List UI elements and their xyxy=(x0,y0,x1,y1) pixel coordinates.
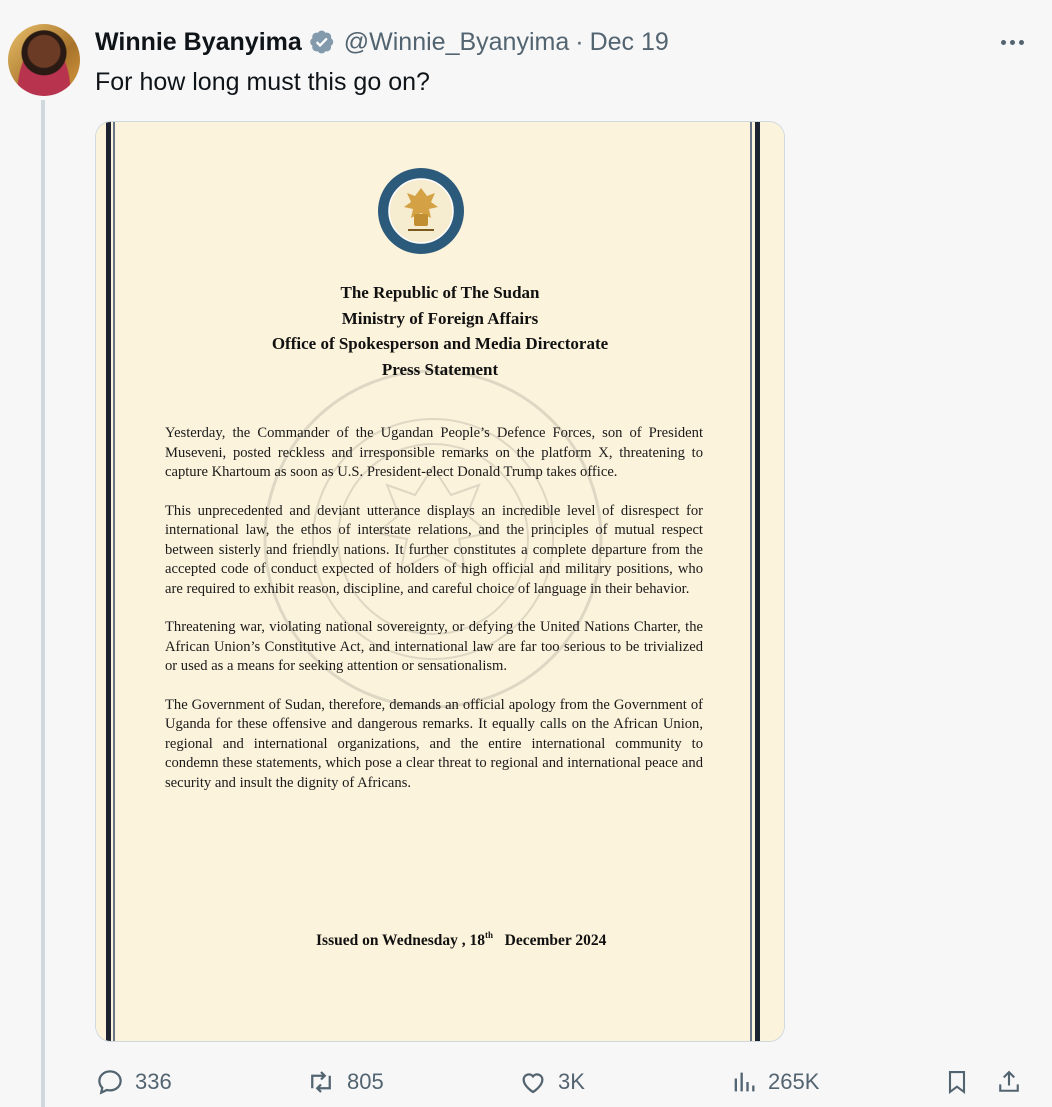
left-border-thin xyxy=(113,122,115,1041)
tweet-text: For how long must this go on? xyxy=(95,68,430,96)
right-border-thick xyxy=(755,122,760,1041)
like-count: 3K xyxy=(558,1069,585,1094)
like-button[interactable]: 3K xyxy=(518,1064,585,1100)
more-options-icon[interactable] xyxy=(992,28,1032,56)
issued-prefix: Issued on Wednesday , 18 xyxy=(316,932,485,949)
left-border-thick xyxy=(106,122,111,1041)
tweet-image[interactable]: The Republic of The Sudan Ministry of Fo… xyxy=(95,121,785,1042)
bookmark-icon xyxy=(948,1071,966,1095)
repost-count: 805 xyxy=(347,1069,384,1094)
verified-badge-icon[interactable] xyxy=(308,28,336,56)
reply-icon xyxy=(98,1070,122,1095)
ministry-seal-icon xyxy=(378,168,464,254)
issued-date: Issued on Wednesday , 18th December 2024 xyxy=(316,930,606,950)
document-paragraph: This unprecedented and deviant utterance… xyxy=(165,502,703,597)
tweet-date[interactable]: Dec 19 xyxy=(590,28,669,57)
heading-line: Press Statement xyxy=(381,359,499,379)
reply-count: 336 xyxy=(135,1069,172,1094)
document-body: Yesterday, the Commander of the Ugandan … xyxy=(165,424,703,812)
avatar[interactable] xyxy=(8,24,80,96)
right-border-thin xyxy=(750,122,752,1041)
repost-button[interactable]: 805 xyxy=(305,1064,384,1100)
issued-sup: th xyxy=(484,930,493,940)
press-statement-document: The Republic of The Sudan Ministry of Fo… xyxy=(96,122,784,1041)
separator-dot: · xyxy=(575,27,584,56)
thread-line xyxy=(41,100,45,1107)
bookmark-button[interactable] xyxy=(943,1064,981,1100)
document-paragraph: Yesterday, the Commander of the Ugandan … xyxy=(165,425,703,480)
tweet-header: Winnie Byanyima @Winnie_Byanyima · Dec 1… xyxy=(95,26,1032,58)
document-heading: The Republic of The Sudan Ministry of Fo… xyxy=(136,280,744,382)
views-chart-icon xyxy=(734,1072,755,1092)
heading-line: Office of Spokesperson and Media Directo… xyxy=(271,334,609,353)
document-paragraph: Threatening war, violating national sove… xyxy=(165,619,703,674)
reply-button[interactable]: 336 xyxy=(95,1064,172,1100)
repost-icon xyxy=(311,1071,331,1093)
share-button[interactable] xyxy=(995,1064,1033,1100)
views-count: 265K xyxy=(768,1069,820,1094)
author-name[interactable]: Winnie Byanyima xyxy=(95,28,302,57)
heading-line: The Republic of The Sudan xyxy=(340,283,540,302)
tweet-actions: 336 805 3K 265K xyxy=(95,1064,1032,1100)
share-icon xyxy=(999,1070,1019,1092)
heart-icon xyxy=(522,1073,544,1094)
author-handle[interactable]: @Winnie_Byanyima xyxy=(344,28,569,57)
heading-line: Ministry of Foreign Affairs xyxy=(341,308,539,328)
issued-suffix: December 2024 xyxy=(504,932,607,949)
views-button[interactable]: 265K xyxy=(730,1064,819,1100)
document-paragraph: The Government of Sudan, therefore, dema… xyxy=(165,696,703,791)
